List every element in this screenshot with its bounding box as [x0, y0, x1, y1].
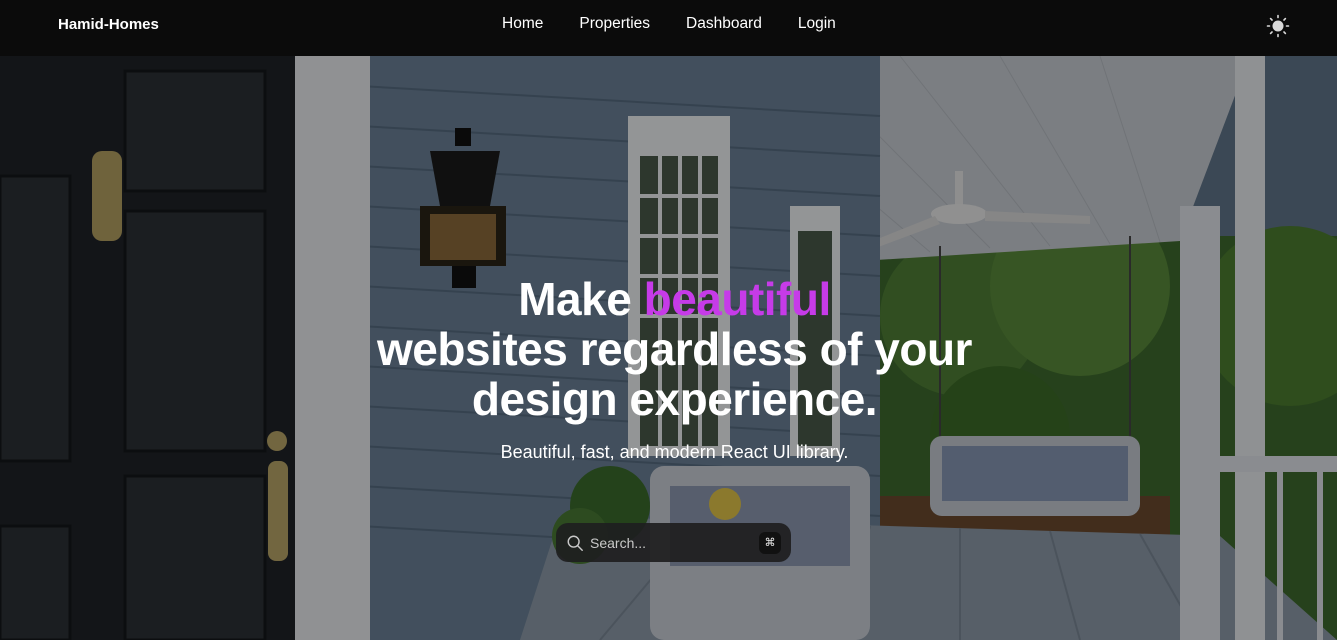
command-shortcut-badge: ⌘	[759, 531, 781, 554]
nav-link-properties[interactable]: Properties	[579, 15, 650, 33]
hero-title-line-3: design experience.	[471, 373, 878, 425]
hero-subtitle: Beautiful, fast, and modern React UI lib…	[500, 442, 849, 462]
theme-toggle-button[interactable]	[1266, 14, 1290, 38]
hero-title-accent: beautiful	[643, 273, 832, 325]
sun-icon	[1266, 14, 1290, 38]
navbar: Hamid-Homes Home Properties Dashboard Lo…	[0, 0, 1337, 56]
brand-logo[interactable]: Hamid-Homes	[58, 16, 159, 33]
hero-title-line-1: Make beautiful	[12, 274, 1337, 324]
search-box[interactable]: ⌘	[556, 523, 791, 562]
nav-link-home[interactable]: Home	[502, 15, 543, 33]
nav-link-dashboard[interactable]: Dashboard	[686, 15, 762, 33]
hero-section: Make beautiful websites regardless of yo…	[0, 56, 1337, 640]
hero-title: Make beautiful websites regardless of yo…	[0, 274, 1337, 424]
search-input[interactable]	[590, 534, 750, 551]
nav-links: Home Properties Dashboard Login	[502, 15, 836, 33]
nav-link-login[interactable]: Login	[798, 15, 836, 33]
hero-title-line-2: websites regardless of your	[377, 323, 972, 375]
hero-title-prefix: Make	[518, 273, 644, 325]
search-icon	[567, 535, 583, 551]
